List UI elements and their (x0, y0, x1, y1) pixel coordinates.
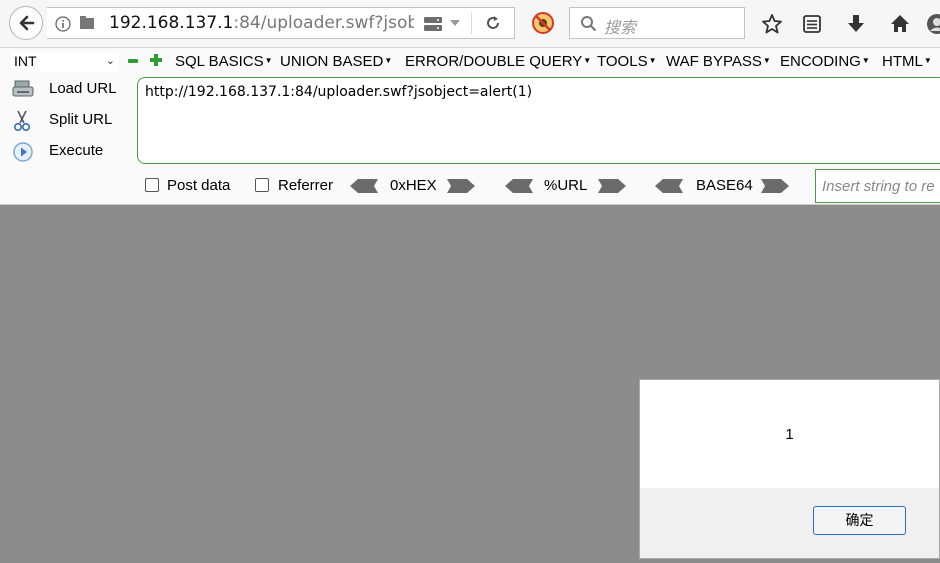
url-encoding-label: %URL (544, 177, 588, 194)
injection-type-value: INT (14, 53, 37, 69)
split-url-label: Split URL (49, 111, 113, 128)
load-url-icon (12, 80, 34, 97)
reading-list-icon[interactable] (801, 13, 823, 35)
star-icon[interactable] (761, 13, 783, 35)
back-arrow-icon (19, 15, 35, 31)
menu-tools[interactable]: TOOLS▼ (597, 53, 657, 70)
dialog-footer: 确定 (640, 488, 939, 558)
caret-icon: ▼ (762, 56, 771, 65)
decode-hex-arrow-icon[interactable] (350, 179, 378, 193)
ok-button[interactable]: 确定 (813, 506, 906, 535)
insert-string-input[interactable]: Insert string to re (815, 169, 940, 203)
divider (471, 12, 472, 34)
search-bar[interactable]: 搜索 (569, 7, 745, 39)
decode-url-arrow-icon[interactable] (505, 179, 533, 193)
url-bar[interactable]: 192.168.137.1:84/uploader.swf?jsobje (47, 7, 515, 39)
search-placeholder: 搜索 (604, 20, 637, 37)
menu-label: SQL BASICS (175, 53, 264, 70)
menu-encoding[interactable]: ENCODING▼ (780, 53, 870, 70)
play-icon (13, 142, 33, 162)
menu-label: UNION BASED (280, 53, 384, 70)
alert-message: 1 (785, 426, 794, 443)
back-button[interactable] (9, 6, 43, 40)
minus-icon[interactable] (128, 59, 138, 63)
info-icon[interactable] (55, 16, 71, 32)
caret-icon: ▼ (583, 56, 592, 65)
menu-waf-bypass[interactable]: WAF BYPASS▼ (666, 53, 771, 70)
download-icon[interactable] (845, 13, 867, 35)
decode-base64-arrow-icon[interactable] (655, 179, 683, 193)
menu-union-based[interactable]: UNION BASED▼ (280, 53, 392, 70)
split-url-button[interactable]: Split URL (9, 108, 129, 132)
load-url-button[interactable]: Load URL (9, 77, 129, 101)
url-textarea[interactable]: http://192.168.137.1:84/uploader.swf?jso… (137, 77, 940, 164)
chevron-down-icon[interactable] (449, 18, 461, 28)
encode-base64-arrow-icon[interactable] (761, 179, 789, 193)
page-icon (80, 16, 94, 29)
insert-string-placeholder: Insert string to re (822, 178, 935, 195)
menu-error-double-query[interactable]: ERROR/DOUBLE QUERY▼ (405, 53, 591, 70)
navigation-toolbar: 192.168.137.1:84/uploader.swf?jsobje 搜索 (0, 0, 940, 48)
hackbar-panel: INT ⌄ SQL BASICS▼ UNION BASED▼ ERROR/DOU… (0, 48, 940, 205)
reload-icon[interactable] (485, 15, 501, 31)
menu-html[interactable]: HTML▼ (882, 53, 932, 70)
menu-label: ERROR/DOUBLE QUERY (405, 53, 583, 70)
referrer-label: Referrer (278, 177, 334, 194)
alert-dialog: 1 确定 (639, 379, 940, 559)
menu-label: ENCODING (780, 53, 861, 70)
url-path: :84/uploader.swf?jsobje (233, 13, 414, 33)
base64-label: BASE64 (696, 177, 753, 194)
plus-icon[interactable] (150, 54, 162, 66)
execute-button[interactable]: Execute (9, 139, 129, 163)
menu-label: HTML (882, 53, 923, 70)
search-icon (581, 16, 597, 32)
address-text[interactable]: 192.168.137.1:84/uploader.swf?jsobje (109, 13, 414, 33)
injection-type-select[interactable]: INT ⌄ (11, 52, 119, 72)
caret-icon: ▼ (923, 56, 932, 65)
encode-url-arrow-icon[interactable] (598, 179, 626, 193)
caret-icon: ▼ (861, 56, 870, 65)
menu-label: TOOLS (597, 53, 648, 70)
chevron-down-icon: ⌄ (105, 55, 115, 67)
post-data-label: Post data (167, 177, 231, 194)
menu-sql-basics[interactable]: SQL BASICS▼ (175, 53, 273, 70)
post-data-checkbox[interactable] (145, 178, 159, 192)
encode-hex-arrow-icon[interactable] (447, 179, 475, 193)
referrer-checkbox[interactable] (255, 178, 269, 192)
url-host: 192.168.137.1 (109, 13, 234, 33)
scissors-icon (13, 110, 31, 132)
home-icon[interactable] (889, 13, 911, 35)
server-icon[interactable] (423, 16, 443, 32)
caret-icon: ▼ (648, 56, 657, 65)
url-textarea-value: http://192.168.137.1:84/uploader.swf?jso… (145, 84, 533, 100)
block-icon[interactable] (532, 12, 554, 34)
avatar-icon[interactable] (926, 13, 940, 35)
caret-icon: ▼ (264, 56, 273, 65)
menu-label: WAF BYPASS (666, 53, 762, 70)
load-url-label: Load URL (49, 80, 117, 97)
execute-label: Execute (49, 142, 104, 159)
hex-label: 0xHEX (390, 177, 437, 194)
caret-icon: ▼ (384, 56, 393, 65)
